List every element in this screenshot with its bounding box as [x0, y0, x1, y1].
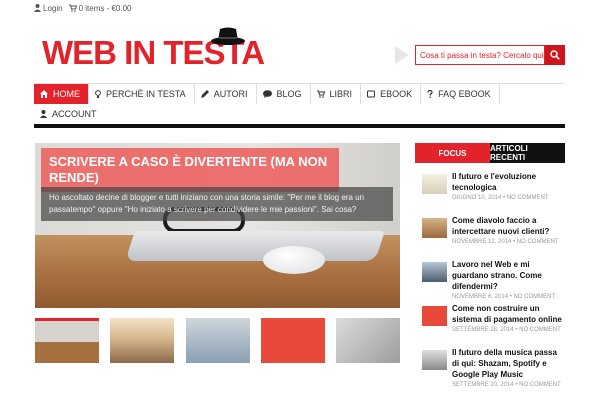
slider-thumbnail[interactable]	[35, 318, 99, 363]
top-bar: Login 0 items - €0.00	[34, 0, 138, 16]
nav-item-account[interactable]: ACCOUNT	[34, 109, 105, 119]
post-title[interactable]: Come diavolo faccio a intercettare nuovi…	[452, 215, 565, 237]
hero-excerpt: Ho ascoltato decine di blogger e tutti i…	[41, 187, 393, 221]
sidebar-widget: FOCUS ARTICOLI RECENTI Il futuro e l'evo…	[415, 143, 565, 391]
nav-item-autori[interactable]: AUTORI	[195, 84, 257, 104]
post-thumbnail[interactable]	[422, 262, 447, 282]
search-button[interactable]	[545, 45, 565, 65]
post-title[interactable]: Lavoro nel Web e mi guardano strano. Com…	[452, 259, 565, 292]
site-logo[interactable]: WEB IN TESTA	[42, 26, 265, 71]
nav-bottom-bar	[34, 124, 565, 128]
nav-label: ACCOUNT	[52, 109, 97, 119]
post-meta: NOVEMBRE 12, 2014 • NO COMMENT	[452, 239, 559, 245]
login-link[interactable]: Login	[34, 4, 63, 13]
slider-thumbnail[interactable]	[185, 318, 250, 363]
chat-icon	[262, 90, 272, 98]
main-nav: HOME PERCHÈ IN TESTA AUTORI BLOG LIBRI E…	[34, 84, 565, 124]
hat-icon	[211, 27, 245, 45]
user-icon	[40, 110, 47, 118]
nav-label: BLOG	[276, 89, 302, 99]
featured-slider[interactable]: SCRIVERE A CASO È DIVERTENTE (MA NON REN…	[35, 143, 400, 308]
hero-image-laptop	[125, 231, 385, 261]
post-thumbnail[interactable]	[422, 350, 447, 370]
login-label: Login	[43, 3, 63, 13]
slider-thumbnail[interactable]	[260, 318, 325, 363]
post-title[interactable]: Come non costruire un sistema di pagamen…	[452, 303, 565, 325]
slider-thumbnail[interactable]	[336, 318, 400, 363]
search-arrow-decoration	[395, 46, 409, 64]
list-item[interactable]: Come diavolo faccio a intercettare nuovi…	[415, 215, 565, 259]
list-item[interactable]: Lavoro nel Web e mi guardano strano. Com…	[415, 259, 565, 303]
post-meta: GIUGNO 10, 2014 • NO COMMENT	[452, 195, 549, 201]
nav-label: HOME	[53, 89, 80, 99]
nav-label: EBOOK	[380, 89, 413, 99]
nav-label: AUTORI	[213, 89, 248, 99]
question-icon	[427, 90, 433, 98]
pencil-icon	[200, 90, 209, 98]
list-item[interactable]: Come non costruire un sistema di pagamen…	[415, 303, 565, 347]
nav-label: LIBRI	[329, 89, 353, 99]
post-title[interactable]: Il futuro e l'evoluzione tecnologica	[452, 171, 565, 193]
post-thumbnail[interactable]	[422, 306, 447, 326]
cart-icon	[316, 90, 325, 98]
post-thumbnail[interactable]	[422, 218, 447, 238]
nav-item-ebook[interactable]: EBOOK	[361, 84, 422, 104]
search-input[interactable]: Cosa ti passa in testa? Cercalo qui	[415, 45, 545, 65]
sidebar-post-list: Il futuro e l'evoluzione tecnologica GIU…	[415, 163, 565, 391]
cart-label: 0 items - €0.00	[78, 3, 132, 13]
tab-articoli-recenti[interactable]: ARTICOLI RECENTI	[490, 143, 565, 163]
nav-label: FAQ EBOOK	[438, 89, 491, 99]
home-icon	[40, 90, 48, 98]
nav-item-perche[interactable]: PERCHÈ IN TESTA	[89, 84, 195, 104]
nav-label: PERCHÈ IN TESTA	[106, 89, 186, 99]
post-meta: NOVEMBRE 6, 2014 • NO COMMENT	[452, 294, 556, 300]
user-icon	[34, 4, 41, 12]
search-icon	[550, 50, 560, 60]
nav-item-libri[interactable]: LIBRI	[311, 84, 362, 104]
tablet-icon	[367, 90, 376, 98]
sidebar-tabs: FOCUS ARTICOLI RECENTI	[415, 143, 565, 163]
bulb-icon	[95, 90, 101, 98]
nav-item-home[interactable]: HOME	[34, 84, 89, 104]
list-item[interactable]: Il futuro e l'evoluzione tecnologica GIU…	[415, 171, 565, 215]
cart-link[interactable]: 0 items - €0.00	[68, 3, 132, 13]
post-thumbnail[interactable]	[422, 174, 447, 194]
hero-title[interactable]: SCRIVERE A CASO È DIVERTENTE (MA NON REN…	[41, 148, 339, 192]
cart-icon	[68, 4, 77, 12]
hero-image-mouse	[263, 246, 325, 274]
slider-thumbnails	[35, 318, 400, 363]
post-meta: SETTEMBRE 20, 2014 • NO COMMENT	[452, 382, 561, 388]
tab-focus[interactable]: FOCUS	[415, 143, 490, 163]
slider-thumbnail[interactable]	[110, 318, 175, 363]
nav-item-faq-ebook[interactable]: FAQ EBOOK	[421, 84, 500, 104]
post-meta: SETTEMBRE 28, 2014 • NO COMMENT	[452, 327, 561, 333]
post-title[interactable]: Il futuro della musica passa di qui: Sha…	[452, 347, 565, 380]
nav-item-blog[interactable]: BLOG	[257, 84, 311, 104]
list-item[interactable]: Il futuro della musica passa di qui: Sha…	[415, 347, 565, 391]
